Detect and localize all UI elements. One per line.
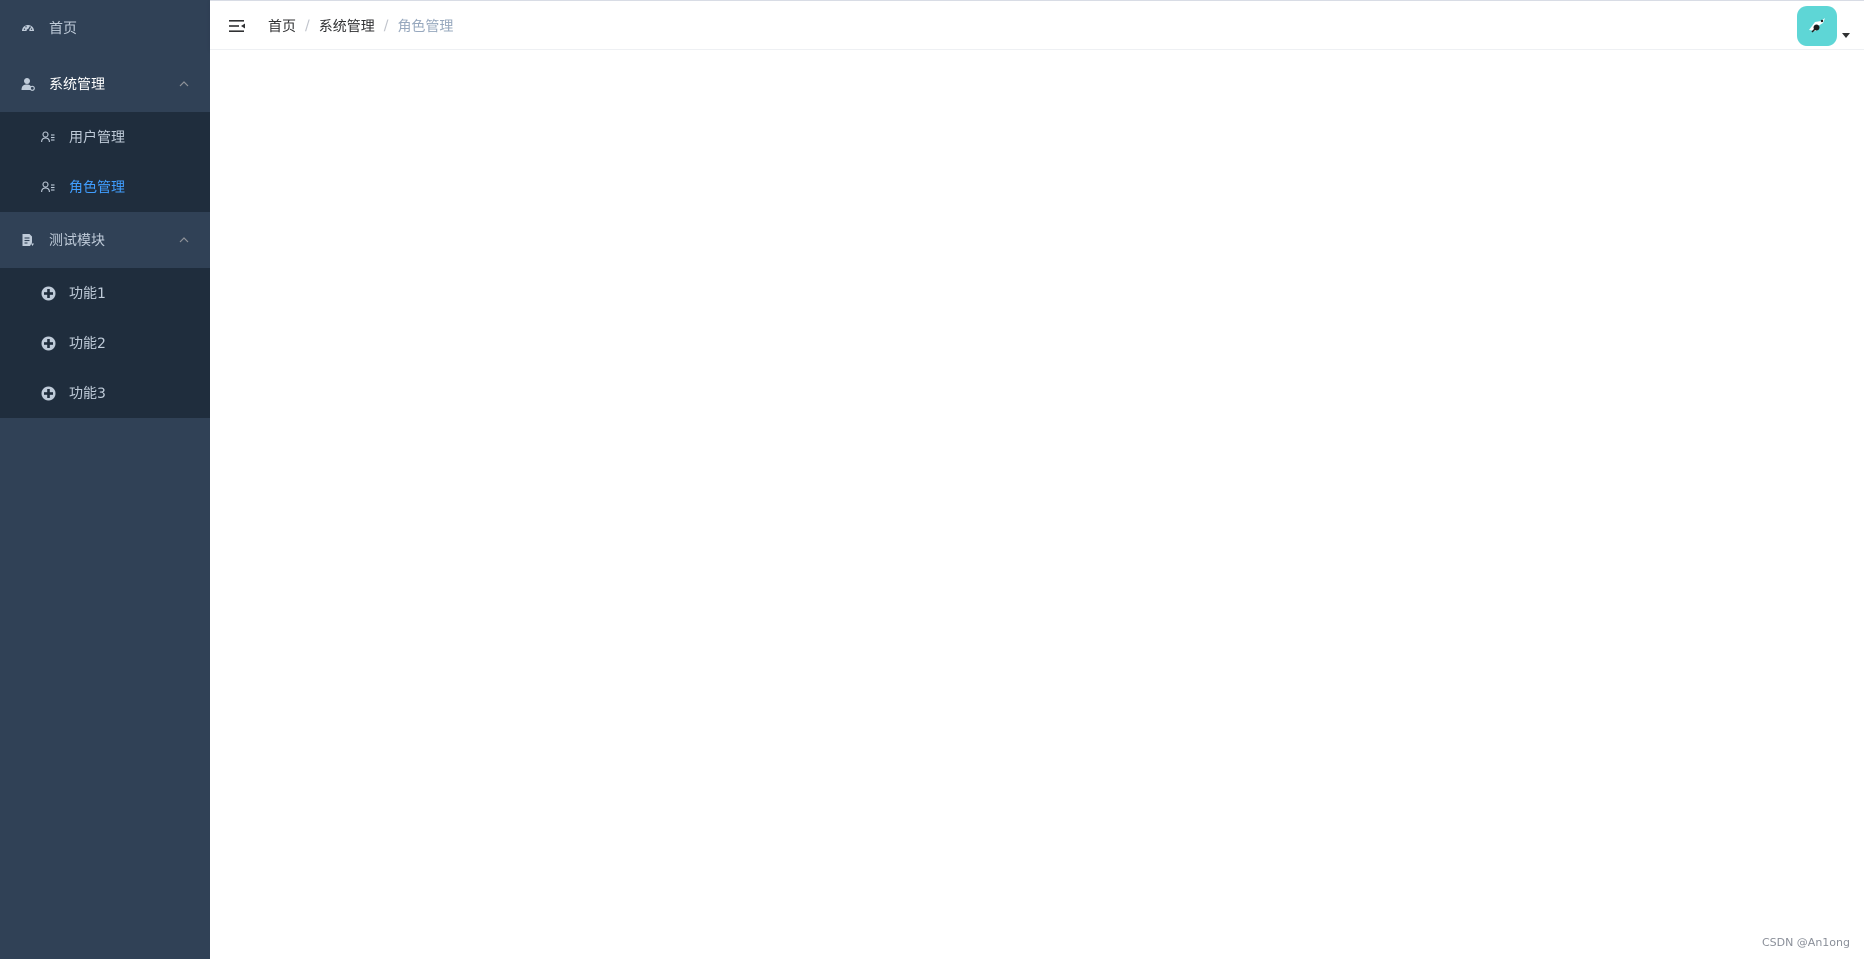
sidebar-item-label: 首页 [49,21,77,37]
sidebar: 首页 系统管理 用户管理 角色管理 测试模块 功能1 功能2 功能3 [0,0,210,959]
breadcrumb: 首页 / 系统管理 / 角色管理 [268,1,453,51]
circle-plus-icon [40,385,56,401]
circle-plus-icon [40,335,56,351]
sidebar-item-label: 系统管理 [49,77,105,93]
main-content [210,50,1864,959]
breadcrumb-separator: / [305,18,310,34]
sidebar-item-label: 功能1 [69,286,106,302]
document-icon [20,232,36,248]
breadcrumb-item-current: 角色管理 [397,19,454,35]
submenu-system: 用户管理 角色管理 [0,112,210,212]
user-admin-icon [20,76,36,92]
sidebar-item-feature-1[interactable]: 功能1 [0,268,210,318]
sidebar-item-test-module[interactable]: 测试模块 [0,212,210,268]
chevron-up-icon [178,78,190,90]
caret-down-icon [1842,32,1850,38]
sidebar-item-label: 角色管理 [69,180,125,196]
user-avatar-dropdown[interactable] [1797,6,1850,46]
sidebar-item-home[interactable]: 首页 [0,0,210,56]
sidebar-item-feature-3[interactable]: 功能3 [0,368,210,418]
sidebar-item-label: 功能2 [69,336,106,352]
sidebar-item-label: 测试模块 [49,233,105,249]
avatar[interactable] [1797,6,1837,46]
top-navbar: 首页 / 系统管理 / 角色管理 [210,0,1864,50]
sidebar-item-feature-2[interactable]: 功能2 [0,318,210,368]
chevron-up-icon [178,234,190,246]
sidebar-item-role-management[interactable]: 角色管理 [0,162,210,212]
sidebar-item-label: 功能3 [69,386,106,402]
app-root: 首页 系统管理 用户管理 角色管理 测试模块 功能1 功能2 功能3 首页 / … [0,0,1864,959]
breadcrumb-separator: / [383,18,389,34]
breadcrumb-item-home[interactable]: 首页 [268,16,296,36]
user-list-icon [40,179,56,195]
sidebar-item-system[interactable]: 系统管理 [0,56,210,112]
user-list-icon [40,129,56,145]
circle-plus-icon [40,285,56,301]
watermark: CSDN @An1ong [1761,936,1850,949]
breadcrumb-item-system[interactable]: 系统管理 [319,16,375,36]
dashboard-icon [20,20,36,36]
hamburger-toggle-icon[interactable] [227,16,247,36]
submenu-test-module: 功能1 功能2 功能3 [0,268,210,418]
avatar-image-icon [1809,18,1825,33]
sidebar-item-user-management[interactable]: 用户管理 [0,112,210,162]
sidebar-item-label: 用户管理 [69,130,125,146]
